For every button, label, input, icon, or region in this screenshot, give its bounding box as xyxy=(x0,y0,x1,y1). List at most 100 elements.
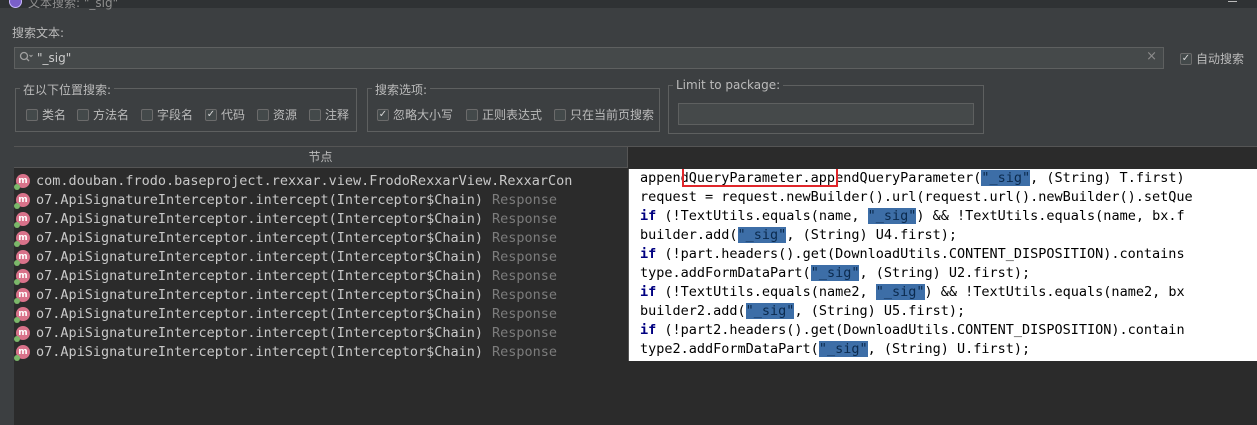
code-text: (!TextUtils.equals(name, xyxy=(656,208,868,224)
code-preview: appendQueryParameter.appendQueryParamete… xyxy=(628,169,1257,361)
search-match-highlight: "_sig" xyxy=(981,170,1031,186)
package-input[interactable] xyxy=(678,103,974,125)
result-node-type: Response xyxy=(492,191,558,208)
code-text: (!part2.headers().get(DownloadUtils.CONT… xyxy=(656,322,1185,338)
code-text: , (String) U5.first); xyxy=(794,303,966,319)
result-row[interactable]: m o7.ApiSignatureInterceptor.intercept(In… xyxy=(14,209,628,228)
checkbox-box[interactable]: ✓ xyxy=(205,108,217,121)
search_options-option-2[interactable]: 只在当前页搜索 xyxy=(554,106,654,123)
title-bar: 文本搜索: "_sig" xyxy=(0,0,1257,10)
search_in-option-2[interactable]: 字段名 xyxy=(141,106,193,123)
checkbox-label: 资源 xyxy=(273,108,298,122)
code-text: type.addFormDataPart( xyxy=(640,265,811,281)
result-row[interactable]: m o7.ApiSignatureInterceptor.intercept(In… xyxy=(14,304,628,323)
method-icon: m xyxy=(14,306,30,323)
result-node-name: o7.ApiSignatureInterceptor.intercept(Int… xyxy=(36,210,484,227)
code-line[interactable]: builder2.add("_sig", (String) U5.first); xyxy=(629,302,1257,321)
code-line[interactable]: appendQueryParameter.appendQueryParamete… xyxy=(629,169,1257,188)
code-text: builder.add( xyxy=(640,227,738,243)
result-row[interactable]: m o7.ApiSignatureInterceptor.intercept(In… xyxy=(14,190,628,209)
search_in-option-5[interactable]: 注释 xyxy=(309,106,349,123)
result-row[interactable]: m o7.ApiSignatureInterceptor.intercept(In… xyxy=(14,323,628,342)
result-node-name: o7.ApiSignatureInterceptor.intercept(Int… xyxy=(36,343,484,360)
result-row[interactable]: m o7.ApiSignatureInterceptor.intercept(In… xyxy=(14,342,628,361)
code-keyword: if xyxy=(640,208,657,224)
method-icon: m xyxy=(14,173,30,190)
code-text: , (String) U.first); xyxy=(867,341,1031,357)
close-icon[interactable]: × xyxy=(1146,49,1157,64)
checkbox-box[interactable] xyxy=(141,108,153,121)
code-line[interactable]: if (!part2.headers().get(DownloadUtils.C… xyxy=(629,321,1257,340)
code-line[interactable]: if (!part.headers().get(DownloadUtils.CO… xyxy=(629,245,1257,264)
code-line[interactable]: type.addFormDataPart("_sig", (String) U2… xyxy=(629,264,1257,283)
result-row[interactable]: m com.douban.frodo.baseproject.rexxar.vie… xyxy=(14,171,628,190)
code-text: type2.addFormDataPart( xyxy=(640,341,819,357)
code-keyword: if xyxy=(640,322,657,338)
search-field[interactable]: × xyxy=(14,47,1164,69)
result-node-name: o7.ApiSignatureInterceptor.intercept(Int… xyxy=(36,248,484,265)
search-match-highlight: "_sig" xyxy=(737,227,787,243)
node-list: m com.douban.frodo.baseproject.rexxar.vie… xyxy=(14,171,628,361)
code-text: (!part.headers().get(DownloadUtils.CONTE… xyxy=(656,246,1185,262)
checkbox-box[interactable]: ✓ xyxy=(1180,52,1192,65)
search-match-highlight: "_sig" xyxy=(875,284,925,300)
checkbox-label: 代码 xyxy=(221,108,246,122)
checkbox-label: 注释 xyxy=(325,108,350,122)
search-label: 搜索文本: xyxy=(12,26,65,40)
search-options-title: 搜索选项: xyxy=(372,81,431,98)
result-node-type: Response xyxy=(492,324,558,341)
search-icon[interactable] xyxy=(19,51,33,66)
result-row[interactable]: m o7.ApiSignatureInterceptor.intercept(In… xyxy=(14,228,628,247)
code-line[interactable]: builder.add("_sig", (String) U4.first); xyxy=(629,226,1257,245)
checkbox-label: 字段名 xyxy=(157,108,194,122)
result-node-name: o7.ApiSignatureInterceptor.intercept(Int… xyxy=(36,191,484,208)
result-row[interactable]: m o7.ApiSignatureInterceptor.intercept(In… xyxy=(14,266,628,285)
checkbox-box[interactable] xyxy=(466,108,478,121)
search-input[interactable] xyxy=(37,50,1137,66)
search-in-group: 在以下位置搜索: 类名 方法名 字段名 ✓ 代码 资源 注释 xyxy=(15,81,357,132)
code-text: , (String) U4.first); xyxy=(786,227,958,243)
result-node-type: Response xyxy=(492,248,558,265)
checkbox-box[interactable] xyxy=(309,108,321,121)
result-node-name: o7.ApiSignatureInterceptor.intercept(Int… xyxy=(36,267,484,284)
checkbox-box[interactable] xyxy=(257,108,269,121)
search_in-option-3[interactable]: ✓ 代码 xyxy=(205,106,245,123)
minimize-icon[interactable] xyxy=(1228,1,1237,2)
search_in-option-1[interactable]: 方法名 xyxy=(77,106,129,123)
search_options-option-1[interactable]: 正则表达式 xyxy=(466,106,542,123)
method-icon: m xyxy=(14,230,30,247)
search-match-highlight: "_sig" xyxy=(810,265,860,281)
code-line[interactable]: request = request.newBuilder().url(reque… xyxy=(629,188,1257,207)
code-text: ) && !TextUtils.equals(name2, bx xyxy=(924,284,1185,300)
results-panel: 节点 m com.douban.frodo.baseproject.rexxar.… xyxy=(14,146,1257,425)
result-row[interactable]: m o7.ApiSignatureInterceptor.intercept(In… xyxy=(14,247,628,266)
code-text: (!TextUtils.equals(name2, xyxy=(656,284,876,300)
auto-search-label: 自动搜索 xyxy=(1196,52,1245,66)
code-line[interactable]: type2.addFormDataPart("_sig", (String) U… xyxy=(629,340,1257,359)
checkbox-box[interactable] xyxy=(77,108,89,121)
method-icon: m xyxy=(14,268,30,285)
code-line[interactable]: if (!TextUtils.equals(name2, "_sig") && … xyxy=(629,283,1257,302)
search_in-option-4[interactable]: 资源 xyxy=(257,106,297,123)
checkbox-box[interactable]: ✓ xyxy=(377,108,389,121)
result-row[interactable]: m o7.ApiSignatureInterceptor.intercept(In… xyxy=(14,285,628,304)
method-icon: m xyxy=(14,192,30,209)
window-title: 文本搜索: "_sig" xyxy=(28,0,119,10)
search_options-option-0[interactable]: ✓ 忽略大小写 xyxy=(377,106,453,123)
code-text: appendQueryParameter.appendQueryParamete… xyxy=(640,170,982,186)
method-icon: m xyxy=(14,249,30,266)
search_in-option-0[interactable]: 类名 xyxy=(26,106,66,123)
checkbox-box[interactable] xyxy=(554,108,566,121)
checkbox-label: 忽略大小写 xyxy=(393,108,454,122)
code-line[interactable]: if (!TextUtils.equals(name, "_sig") && !… xyxy=(629,207,1257,226)
search-match-highlight: "_sig" xyxy=(867,208,917,224)
auto-search-checkbox[interactable]: ✓ 自动搜索 xyxy=(1180,50,1244,67)
search-match-highlight: "_sig" xyxy=(818,341,868,357)
result-node-type: Response xyxy=(492,305,558,322)
result-node-type: Response xyxy=(492,229,558,246)
code-text: ) && !TextUtils.equals(name, bx.f xyxy=(916,208,1185,224)
node-column-header[interactable]: 节点 xyxy=(14,147,628,168)
checkbox-box[interactable] xyxy=(26,108,38,121)
package-filter-group: Limit to package: xyxy=(668,78,984,134)
result-node-name: o7.ApiSignatureInterceptor.intercept(Int… xyxy=(36,229,484,246)
